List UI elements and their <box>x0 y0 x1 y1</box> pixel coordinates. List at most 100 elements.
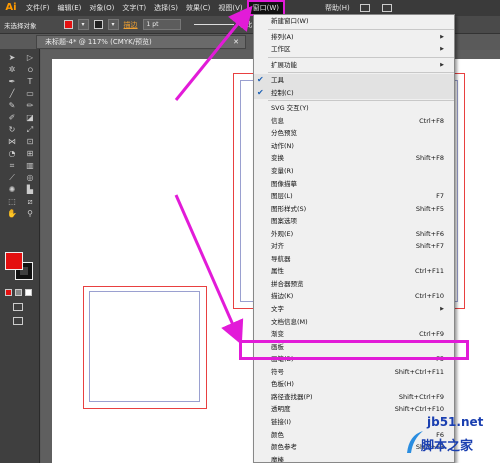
artboard-tool-icon[interactable]: ⬚ <box>6 197 18 207</box>
fill-color-box[interactable] <box>5 252 23 270</box>
window-menu-item[interactable]: 分色预览 <box>254 127 454 140</box>
menu-file[interactable]: 文件(F) <box>22 0 54 16</box>
window-menu-item[interactable]: 图层(L) F7 <box>254 190 454 203</box>
lasso-icon[interactable]: ഠ <box>24 65 36 75</box>
fill-dropdown-icon[interactable]: ▾ <box>77 19 89 30</box>
symbol-sprayer-icon[interactable]: ✺ <box>6 185 18 195</box>
paintbrush-icon[interactable]: ✎ <box>6 101 18 111</box>
watermark: jb51.net 脚本之家 <box>405 415 500 463</box>
window-menu-item[interactable]: 属性 Ctrl+F11 <box>254 265 454 278</box>
window-menu-item[interactable]: 对齐 Shift+F7 <box>254 240 454 253</box>
window-menu-item[interactable]: 动作(N) <box>254 140 454 153</box>
window-menu-item[interactable]: 信息 Ctrl+F8 <box>254 115 454 128</box>
stroke-swatch[interactable] <box>93 20 103 29</box>
window-menu-item[interactable]: 渐变 Ctrl+F9 <box>254 328 454 341</box>
zoom-tool-icon[interactable]: ⚲ <box>24 209 36 219</box>
document-tab[interactable]: 未标题-4* @ 117% (CMYK/预览) ✕ <box>36 35 246 49</box>
window-menu-item[interactable]: SVG 交互(Y) <box>254 102 454 115</box>
window-menu-item[interactable]: 工作区 ▶ <box>254 43 454 56</box>
slice-tool-icon[interactable]: ⧄ <box>24 197 36 207</box>
window-menu-item[interactable]: ✔ 控制(C) <box>254 86 454 100</box>
stroke-dropdown-icon[interactable]: ▾ <box>107 19 119 30</box>
submenu-arrow-icon: ▶ <box>440 61 444 68</box>
window-menu-item[interactable]: 图案选项 <box>254 215 454 228</box>
window-menu-item[interactable]: 变量(R) <box>254 165 454 178</box>
window-menu-item-label: 文档信息(M) <box>271 317 308 326</box>
menu-edit[interactable]: 编辑(E) <box>54 0 86 16</box>
none-mode-icon[interactable] <box>25 289 32 296</box>
window-menu-item-label: 魔棒 <box>271 455 284 463</box>
blob-brush-icon[interactable]: ✐ <box>6 113 18 123</box>
window-menu-item-label: 拼合器预览 <box>271 279 304 288</box>
window-menu-item[interactable]: 色板(H) <box>254 378 454 391</box>
window-menu-item[interactable]: 排列(A) ▶ <box>254 31 454 44</box>
window-menu-item-label: 变换 <box>271 154 284 163</box>
fill-stroke-widget[interactable] <box>5 252 35 282</box>
eyedropper-icon[interactable]: ⟋ <box>6 173 18 183</box>
window-menu-item[interactable]: 导航器 <box>254 253 454 266</box>
menu-effect[interactable]: 效果(C) <box>182 0 214 16</box>
eraser-icon[interactable]: ◪ <box>24 113 36 123</box>
window-menu-item[interactable]: 扩展功能 ▶ <box>254 59 454 72</box>
watermark-site: 脚本之家 <box>421 439 474 454</box>
window-menu-item[interactable]: 外观(E) Shift+F6 <box>254 228 454 241</box>
window-menu-item[interactable]: 文档信息(M) <box>254 316 454 329</box>
width-tool-icon[interactable]: ⋈ <box>6 137 18 147</box>
menu-object[interactable]: 对象(O) <box>85 0 118 16</box>
window-menu-item-label: 信息 <box>271 116 284 125</box>
window-menu-item-label: 属性 <box>271 267 284 276</box>
blend-tool-icon[interactable]: ◎ <box>24 173 36 183</box>
window-menu-item[interactable]: 新建窗口(W) <box>254 15 454 28</box>
selection-tool-icon[interactable]: ➤ <box>6 53 18 63</box>
window-menu-item[interactable]: 描边(K) Ctrl+F10 <box>254 290 454 303</box>
window-menu-item[interactable]: 图像描摹 <box>254 178 454 191</box>
column-graph-icon[interactable]: ▙ <box>24 185 36 195</box>
color-mode-icon[interactable] <box>5 289 12 296</box>
menu-view[interactable]: 视图(V) <box>214 0 246 16</box>
shape-builder-icon[interactable]: ◔ <box>6 149 18 159</box>
type-tool-icon[interactable]: T <box>24 77 36 87</box>
pencil-icon[interactable]: ✏ <box>24 101 36 111</box>
scale-tool-icon[interactable]: ⤢ <box>24 125 36 135</box>
menu-type[interactable]: 文字(T) <box>118 0 150 16</box>
fill-swatch[interactable] <box>63 20 73 29</box>
mesh-tool-icon[interactable]: ⌗ <box>6 161 18 171</box>
window-menu-item-label: 符号 <box>271 367 284 376</box>
gradient-mode-icon[interactable] <box>15 289 22 296</box>
window-menu-item[interactable]: 文字 ▶ <box>254 303 454 316</box>
close-icon[interactable]: ✕ <box>233 36 239 48</box>
direct-selection-tool-icon[interactable]: ▷ <box>24 53 36 63</box>
bridge-icon[interactable] <box>359 4 370 12</box>
window-menu-item-label: 工作区 <box>271 45 291 54</box>
window-menu-item-label: 控制(C) <box>271 88 294 97</box>
rotate-tool-icon[interactable]: ↻ <box>6 125 18 135</box>
magic-wand-icon[interactable]: ✲ <box>6 65 18 75</box>
perspective-grid-icon[interactable]: ⊞ <box>24 149 36 159</box>
artboard-left-inner-rect[interactable] <box>89 291 200 402</box>
window-menu-item[interactable]: ✔ 工具 <box>254 74 454 87</box>
window-menu-item[interactable]: 路径查找器(P) Shift+Ctrl+F9 <box>254 391 454 404</box>
window-menu-item-label: 文字 <box>271 305 284 314</box>
line-tool-icon[interactable]: ╱ <box>6 89 18 99</box>
window-menu-item-label: 链接(I) <box>271 417 291 426</box>
pen-tool-icon[interactable]: ✒ <box>6 77 18 87</box>
menu-select[interactable]: 选择(S) <box>150 0 182 16</box>
window-menu-item[interactable]: 图形样式(S) Shift+F5 <box>254 203 454 216</box>
stroke-label[interactable]: 描边 <box>124 20 138 30</box>
stroke-profile-label[interactable]: 等比 <box>239 20 253 30</box>
window-menu-item[interactable]: 拼合器预览 <box>254 278 454 291</box>
window-menu-item[interactable]: 变换 Shift+F8 <box>254 152 454 165</box>
rectangle-tool-icon[interactable]: ▭ <box>24 89 36 99</box>
hand-tool-icon[interactable]: ✋ <box>6 209 18 219</box>
arrange-documents-icon[interactable] <box>381 4 392 12</box>
window-menu-item-label: 动作(N) <box>271 141 294 150</box>
stroke-preview[interactable] <box>193 24 234 25</box>
menu-separator <box>268 28 454 30</box>
toolbox: ➤ ▷ ✲ ഠ ✒ T ╱ ▭ ✎ ✏ ✐ ◪ ↻ ⤢ ⋈ ⊡ ◔ ⊞ ⌗ ▥ … <box>0 49 40 463</box>
window-menu-item[interactable]: 符号 Shift+Ctrl+F11 <box>254 366 454 379</box>
drawing-mode-icon[interactable] <box>13 303 23 311</box>
stroke-weight-field[interactable]: 1 pt <box>142 19 181 30</box>
screen-mode-icon[interactable] <box>13 317 23 325</box>
free-transform-icon[interactable]: ⊡ <box>24 137 36 147</box>
gradient-tool-icon[interactable]: ▥ <box>24 161 36 171</box>
